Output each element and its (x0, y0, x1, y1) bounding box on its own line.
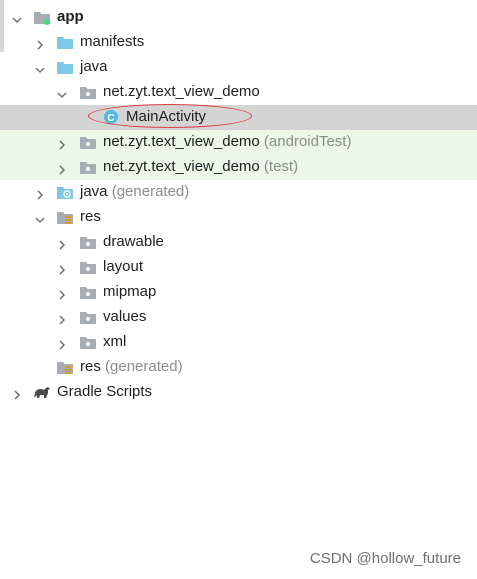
package-icon (79, 334, 97, 350)
chevron-right-icon[interactable] (57, 287, 67, 300)
node-label-text: java (80, 183, 108, 200)
package-icon (79, 234, 97, 250)
node-label-text: app (57, 8, 84, 25)
node-label: values (103, 308, 146, 326)
node-label: java (80, 58, 108, 76)
folder-icon (56, 59, 74, 75)
node-label: net.zyt.text_view_demo (androidTest) (103, 133, 351, 151)
node-label-text: layout (103, 258, 144, 275)
node-label-text: res (80, 208, 101, 225)
chevron-down-icon[interactable] (57, 87, 67, 99)
node-label: xml (103, 333, 126, 351)
generated-folder-icon (56, 184, 74, 200)
node-package-android-test[interactable]: net.zyt.text_view_demo (androidTest) (0, 130, 477, 155)
node-label: drawable (103, 233, 164, 251)
node-java-generated[interactable]: java (generated) (0, 180, 477, 205)
node-label: Gradle Scripts (57, 383, 152, 401)
node-label: net.zyt.text_view_demo (test) (103, 158, 298, 176)
node-label-suffix: (test) (263, 158, 299, 175)
node-label-suffix: (generated) (105, 358, 183, 375)
package-icon (79, 284, 97, 300)
node-mipmap[interactable]: mipmap (0, 280, 477, 305)
node-label-text: xml (103, 333, 127, 350)
node-label-suffix: (generated) (111, 183, 190, 200)
node-package-main[interactable]: net.zyt.text_view_demo (0, 80, 477, 105)
node-label: manifests (80, 33, 144, 51)
chevron-right-icon[interactable] (57, 337, 67, 350)
chevron-down-icon[interactable] (35, 62, 45, 74)
package-icon (79, 259, 97, 275)
package-icon (79, 159, 97, 175)
node-label-text: net.zyt.text_view_demo (103, 158, 260, 175)
node-res[interactable]: res (0, 205, 477, 230)
watermark: CSDN @hollow_future (309, 550, 461, 567)
chevron-down-icon[interactable] (12, 12, 22, 24)
node-label-text: manifests (80, 33, 145, 50)
class-icon: C (102, 109, 120, 125)
node-java[interactable]: java (0, 55, 477, 80)
node-label-text: net.zyt.text_view_demo (103, 83, 260, 100)
node-label: app (57, 8, 84, 26)
node-label-text: mipmap (103, 283, 157, 300)
chevron-down-icon[interactable] (35, 212, 45, 224)
node-layout[interactable]: layout (0, 255, 477, 280)
chevron-right-icon[interactable] (57, 237, 67, 250)
node-package-test[interactable]: net.zyt.text_view_demo (test) (0, 155, 477, 180)
node-label: res (generated) (80, 358, 183, 376)
node-label-text: MainActivity (126, 108, 207, 125)
node-label-text: res (80, 358, 101, 375)
resource-folder-icon (56, 209, 74, 225)
node-label-text: java (80, 58, 108, 75)
android-module-icon (33, 9, 51, 25)
resource-folder-icon (56, 359, 74, 375)
node-label: layout (103, 258, 143, 276)
node-values[interactable]: values (0, 305, 477, 330)
chevron-right-icon[interactable] (35, 37, 45, 50)
chevron-right-icon[interactable] (57, 262, 67, 275)
chevron-right-icon[interactable] (57, 162, 67, 175)
node-label: MainActivity (126, 108, 206, 126)
node-manifests[interactable]: manifests (0, 30, 477, 55)
node-label-suffix: (androidTest) (263, 133, 352, 150)
chevron-right-icon[interactable] (57, 312, 67, 325)
gradle-icon (33, 384, 51, 400)
node-res-generated[interactable]: res (generated) (0, 355, 477, 380)
node-drawable[interactable]: drawable (0, 230, 477, 255)
package-icon (79, 309, 97, 325)
node-label: java (generated) (80, 183, 189, 201)
package-icon (79, 134, 97, 150)
node-app[interactable]: app (0, 5, 477, 30)
node-label-text: drawable (103, 233, 164, 250)
node-label-text: Gradle Scripts (57, 383, 153, 400)
node-label: net.zyt.text_view_demo (103, 83, 260, 101)
chevron-right-icon[interactable] (57, 137, 67, 150)
node-label: res (80, 208, 101, 226)
folder-icon (56, 34, 74, 50)
node-label-text: values (103, 308, 147, 325)
package-icon (79, 84, 97, 100)
chevron-right-icon[interactable] (12, 387, 22, 400)
project-tree: app manifests java net.zyt.text_view_demo C M… (0, 0, 477, 579)
node-label-text: net.zyt.text_view_demo (103, 133, 260, 150)
node-xml[interactable]: xml (0, 330, 477, 355)
node-main-activity[interactable]: C MainActivity (0, 105, 477, 130)
chevron-right-icon[interactable] (35, 187, 45, 200)
svg-text:C: C (107, 113, 114, 124)
node-label: mipmap (103, 283, 156, 301)
node-gradle-scripts[interactable]: Gradle Scripts (0, 380, 477, 405)
